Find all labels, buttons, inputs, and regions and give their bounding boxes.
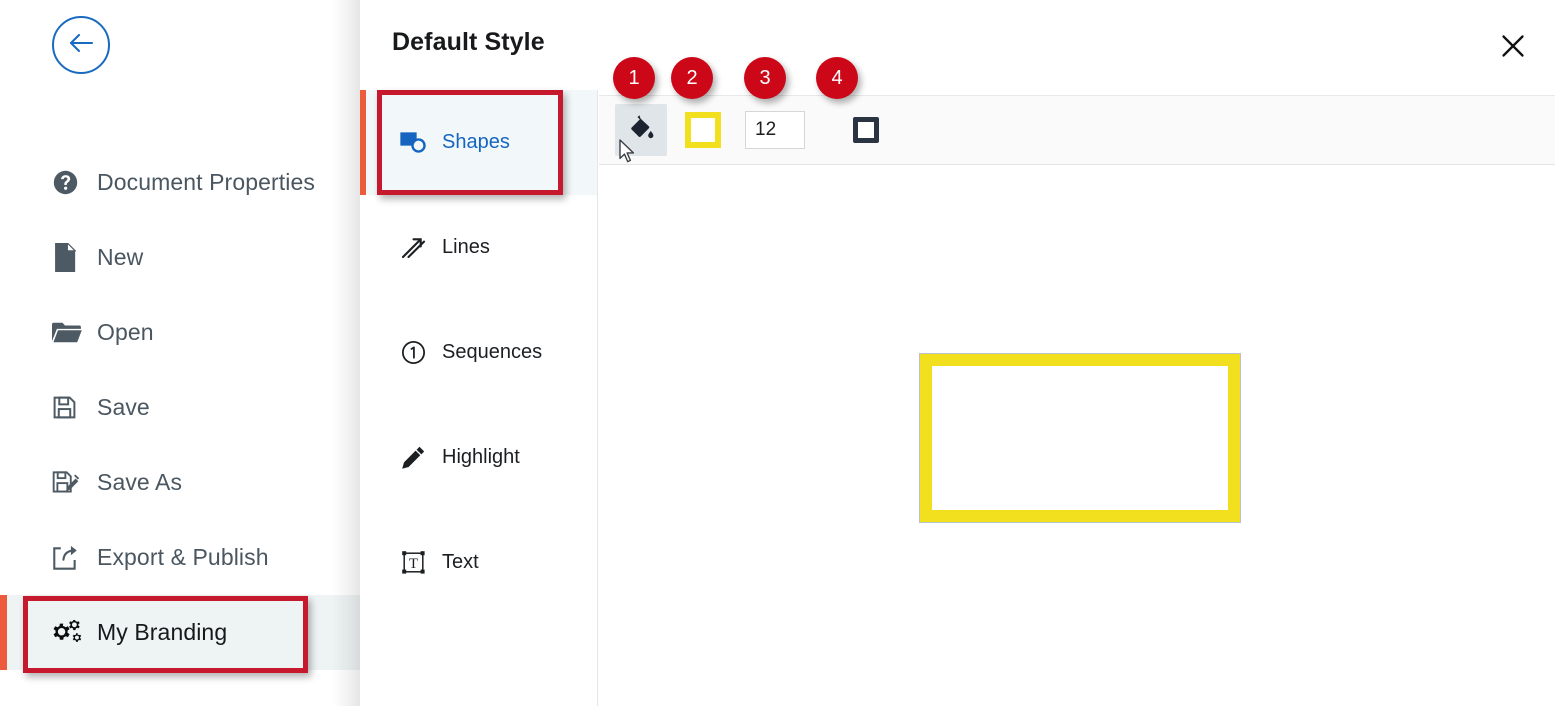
folder-open-icon [52, 318, 86, 348]
fill-color-button[interactable] [615, 104, 667, 156]
subnav-item-sequences[interactable]: Sequences [360, 300, 597, 405]
sidebar-item-document-properties[interactable]: Document Properties [0, 145, 360, 220]
sidebar-item-label: New [97, 244, 144, 270]
sidebar-nav-list: Document Properties New Open Save Save A… [0, 145, 360, 670]
gears-icon [52, 618, 86, 648]
subnav-item-label: Highlight [442, 446, 520, 468]
sidebar-item-label: Export & Publish [97, 544, 269, 570]
sidebar-item-label: Save [97, 394, 150, 420]
shapes-icon [398, 129, 428, 157]
shape-outline-button[interactable] [853, 117, 879, 143]
svg-text:T: T [408, 556, 417, 572]
active-accent-bar [360, 90, 366, 195]
sidebar-item-label: Document Properties [97, 169, 315, 195]
sidebar-item-save-as[interactable]: Save As [0, 445, 360, 520]
line-width-input[interactable] [745, 111, 805, 149]
subnav-item-shapes[interactable]: Shapes [360, 90, 597, 195]
subnav-item-label: Shapes [442, 131, 510, 153]
file-icon [52, 243, 86, 273]
sidebar-item-new[interactable]: New [0, 220, 360, 295]
subnav-item-label: Sequences [442, 341, 543, 363]
subnav-item-label: Lines [442, 236, 490, 258]
active-accent-bar [0, 595, 7, 670]
close-x-icon [1500, 33, 1526, 64]
default-style-panel: Default Style Shapes Lines Sequences Hig… [360, 0, 1555, 706]
sidebar-item-export-publish[interactable]: Export & Publish [0, 520, 360, 595]
panel-title: Default Style [392, 28, 545, 56]
subnav-item-label: Text [442, 551, 479, 573]
app-root: Document Properties New Open Save Save A… [0, 0, 1555, 706]
sidebar-item-label: My Branding [97, 619, 228, 645]
floppy-disk-pencil-icon [52, 468, 86, 498]
sidebar-item-label: Save As [97, 469, 183, 495]
subnav-item-text[interactable]: T Text [360, 510, 597, 615]
marker-pen-icon [398, 444, 428, 472]
style-subnav: Shapes Lines Sequences Highlight T Text [360, 90, 598, 706]
sidebar-item-label: Open [97, 319, 154, 345]
floppy-disk-icon [52, 393, 86, 423]
share-export-icon [52, 543, 86, 573]
text-box-icon: T [398, 549, 428, 577]
arrow-left-circle-icon [68, 32, 94, 59]
sidebar-item-my-branding[interactable]: My Branding [0, 595, 360, 670]
sidebar-item-save[interactable]: Save [0, 370, 360, 445]
left-sidebar: Document Properties New Open Save Save A… [0, 0, 360, 706]
shape-preview-rectangle[interactable] [919, 353, 1241, 523]
circled-one-icon [398, 339, 428, 367]
style-preview-canvas [599, 166, 1555, 706]
color-swatch-button[interactable] [685, 112, 721, 148]
paint-bucket-icon [626, 114, 656, 147]
subnav-item-highlight[interactable]: Highlight [360, 405, 597, 510]
help-circle-icon [52, 168, 86, 198]
sidebar-item-open[interactable]: Open [0, 295, 360, 370]
close-button[interactable] [1493, 28, 1533, 68]
subnav-item-lines[interactable]: Lines [360, 195, 597, 300]
back-button[interactable] [52, 16, 110, 74]
style-toolbar [599, 95, 1555, 165]
lines-diagonal-icon [398, 234, 428, 262]
